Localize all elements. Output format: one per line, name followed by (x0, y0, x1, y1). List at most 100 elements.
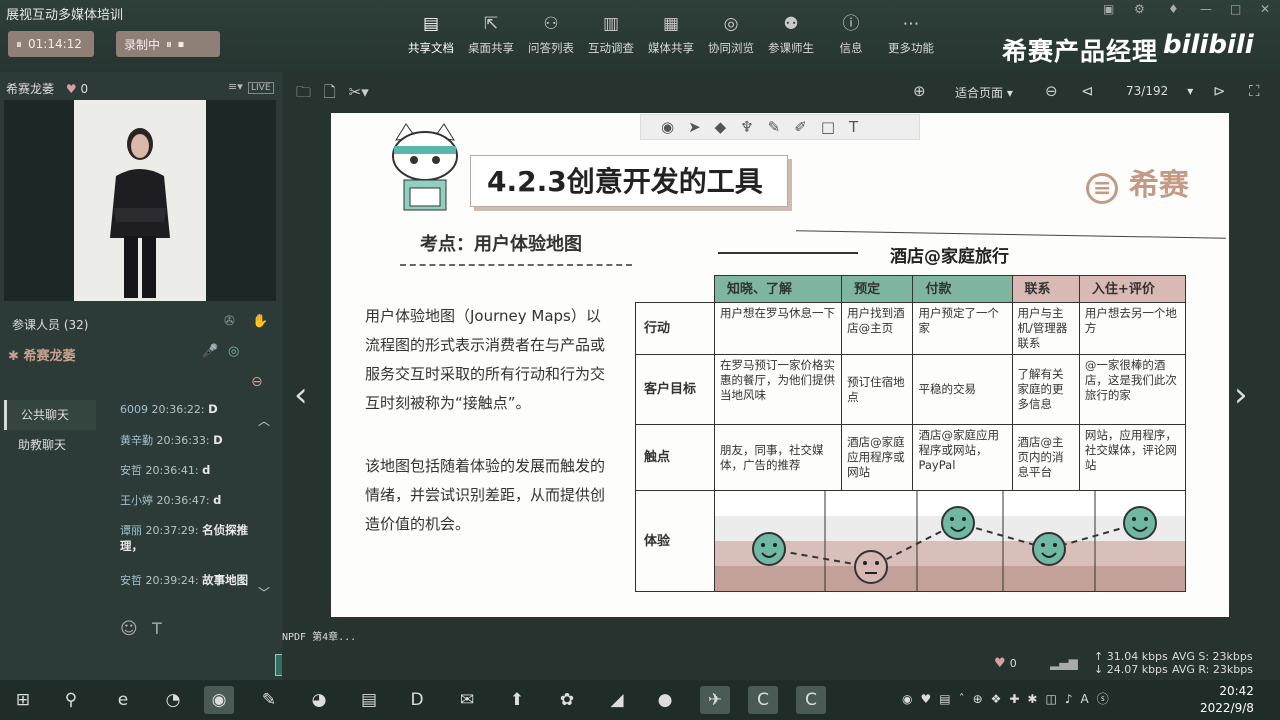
table-cell: 用户想去另一个地方 (1078, 302, 1187, 355)
column-header: 预定 (841, 275, 914, 303)
list-menu-icon[interactable]: ≡▾ (228, 80, 243, 93)
column-header: 联系 (1011, 275, 1080, 303)
file-icon[interactable]: 🗋 (324, 83, 336, 101)
toolbar-document-button[interactable]: ▤ 共享文档 (400, 14, 462, 56)
desktop-share-icon: ⇱ (483, 14, 499, 34)
collapse-icon[interactable]: ⊖ (251, 374, 263, 390)
maximize-icon[interactable]: □ (1230, 2, 1241, 16)
browser-icon[interactable]: ◉ (204, 686, 234, 714)
table-cell: 了解有关家庭的更多信息 (1011, 354, 1080, 425)
exam-point: 考点：用户体验地图 (420, 234, 582, 255)
scissors-icon[interactable]: ✂▾ (349, 83, 369, 101)
logo-mark-icon: ≡ (1086, 173, 1119, 204)
emotion-curve (715, 491, 1185, 591)
toolbar-bar-chart-button[interactable]: ▥ 互动调查 (580, 14, 642, 56)
pin-icon[interactable]: ▣ (1103, 2, 1114, 16)
app-c2-icon[interactable]: C (796, 686, 826, 714)
folder-icon[interactable]: 🗀 (296, 83, 311, 101)
windows-start-icon[interactable]: ⊞ (8, 686, 38, 714)
toolbar-desktop-share-button[interactable]: ⇱ 桌面共享 (460, 14, 522, 56)
row-label: 触点 (635, 424, 715, 491)
chevron-down-icon[interactable]: ﹀ (258, 584, 270, 601)
zoom-out-icon[interactable]: ⊖ (1045, 82, 1058, 100)
table-cell: 网站，应用程序，社交媒体，评论网站 (1078, 424, 1187, 491)
chat-message: 安哲 20:36:41: d (120, 463, 211, 477)
highlighter-icon[interactable]: ✐ (794, 118, 807, 136)
hand-icon[interactable]: ✋ (252, 314, 268, 329)
prev-slide-icon[interactable]: ‹ (294, 375, 308, 415)
fullscreen-icon[interactable]: ⛶ (1249, 82, 1260, 100)
table-corner (635, 275, 715, 303)
next-page-icon[interactable]: ⊳ (1213, 82, 1226, 100)
cursor-icon[interactable]: ➤ (688, 118, 701, 136)
next-slide-icon[interactable]: › (1234, 375, 1248, 415)
heart-icon[interactable]: ♥ 0 (994, 656, 1017, 671)
game-icon[interactable]: ● (650, 686, 680, 714)
document-icon: ▤ (422, 14, 440, 34)
toolbar-film-button[interactable]: ▦ 媒体共享 (640, 14, 702, 56)
emotion-band (715, 566, 1185, 591)
clock[interactable]: 20:42 2022/9/8 (1200, 683, 1254, 717)
notes-icon[interactable]: ✎ (254, 686, 284, 714)
mail-icon[interactable]: ✉ (452, 686, 482, 714)
emoji-icon[interactable]: ☺ (120, 619, 138, 639)
table-cell: 在罗马预订一家价格实惠的餐厅，为他们提供当地风味 (713, 354, 843, 425)
settings-icon[interactable]: ⚙ (1134, 2, 1145, 16)
minimize-icon[interactable]: — (1200, 2, 1212, 16)
emotion-face-icon (1032, 532, 1066, 566)
toolbar-users-button[interactable]: ⚉ 参课师生 (760, 14, 822, 56)
user-icon: ✱ (8, 349, 19, 364)
divider (400, 264, 632, 266)
bandwidth-stats: ↑ 31.04 kbps ↓ 24.07 kbps (1094, 650, 1168, 676)
rectangle-icon[interactable]: □ (821, 118, 835, 136)
table-cell: 用户与主机/管理器联系 (1011, 302, 1080, 355)
app-c-icon[interactable]: C (748, 686, 778, 714)
tray-icons[interactable]: ◉♥▤ˆ⊕❖✚✱◫♪Aⓢ (902, 690, 1117, 707)
brush-icon[interactable]: ♆ (740, 118, 753, 136)
experience-cell (714, 490, 1186, 592)
recording-button[interactable]: 录制中 ⏸ ⏹ (116, 31, 220, 57)
close-icon[interactable]: ✕ (1260, 2, 1270, 16)
qa-icon: ⚇ (543, 14, 559, 34)
signal-icon: ▂▄▆ (1050, 656, 1078, 670)
download-rate: ↓ 24.07 kbps (1094, 663, 1168, 676)
app-icon[interactable]: ◔ (158, 686, 188, 714)
eraser-icon[interactable]: ◆ (715, 118, 727, 136)
text-format-icon[interactable]: T (152, 619, 162, 638)
pointer-icon[interactable]: ◉ (661, 118, 674, 136)
files-icon[interactable]: ▤ (354, 686, 384, 714)
camera-icon[interactable]: ◎ (228, 344, 239, 359)
page-select[interactable]: 73/192 ▾ (1126, 84, 1193, 98)
pause-icon[interactable]: ⏸ (166, 37, 172, 52)
brand-text: 希赛产品经理 (1002, 37, 1159, 66)
journey-title: 酒店@家庭旅行 (890, 247, 1009, 267)
tool-icon[interactable]: ⬆ (502, 686, 532, 714)
toolbar-qa-button[interactable]: ⚇ 问答列表 (520, 14, 582, 56)
toolbar-compass-button[interactable]: ◎ 协同浏览 (700, 14, 762, 56)
edge-icon[interactable]: e (108, 686, 138, 714)
nvidia-icon[interactable]: ◢ (602, 686, 632, 714)
toolbar-more-button[interactable]: ⋯ 更多功能 (880, 14, 942, 56)
zoom-in-icon[interactable]: ⊕ (913, 82, 926, 100)
toolbar-info-button[interactable]: ⓘ 信息 (820, 14, 882, 56)
mic-icon[interactable]: 🎤 (202, 344, 218, 359)
prev-page-icon[interactable]: ⊲ (1081, 82, 1094, 100)
fit-select[interactable]: 适合页面 ▾ (955, 84, 1013, 101)
text-icon[interactable]: T (849, 118, 858, 136)
cloud-icon[interactable]: ✿ (552, 686, 582, 714)
search-icon[interactable]: ⚲ (56, 686, 86, 714)
table-cell: 酒店@主页内的消息平台 (1011, 424, 1080, 491)
stop-icon[interactable]: ⏹ (178, 37, 184, 52)
heart-icon[interactable]: ♥ (66, 82, 77, 96)
chevron-up-icon[interactable]: ︿ (258, 412, 270, 429)
app-title: 展视互动多媒体培训 (6, 8, 124, 23)
tab-public-chat[interactable]: 公共聊天 (4, 400, 96, 430)
pen-icon[interactable]: ✎ (768, 118, 781, 136)
mute-all-icon[interactable]: ✇ (224, 314, 235, 329)
document-app-icon[interactable]: D (402, 686, 432, 714)
participant-self[interactable]: ✱ 希赛龙萎 (8, 345, 75, 364)
meeting-icon[interactable]: ✈ (700, 686, 730, 714)
tab-assistant-chat[interactable]: 助教聊天 (4, 430, 96, 460)
chat-app-icon[interactable]: ◕ (304, 686, 334, 714)
skin-icon[interactable]: ♦ (1168, 2, 1179, 16)
